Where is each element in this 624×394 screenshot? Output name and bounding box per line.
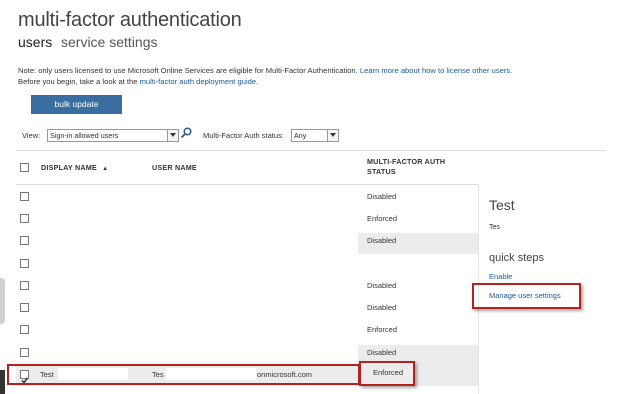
column-header-display-name[interactable]: DISPLAY NAME ▲ xyxy=(41,163,108,172)
bulk-update-button[interactable]: bulk update xyxy=(31,95,122,114)
note-text-2: Before you begin, take a look at the xyxy=(18,76,138,86)
tab-users[interactable]: users xyxy=(18,34,52,50)
license-users-link[interactable]: Learn more about how to license other us… xyxy=(360,66,512,75)
cell-mfa-status: Disabled xyxy=(367,281,397,290)
row-checkbox[interactable] xyxy=(20,214,29,223)
row-checkbox[interactable] xyxy=(20,236,29,245)
table-top-divider xyxy=(16,150,606,151)
column-header-user-name[interactable]: USER NAME xyxy=(152,163,197,172)
status-highlight xyxy=(359,361,415,386)
cell-mfa-status: Enforced xyxy=(367,325,398,334)
row-checkbox[interactable] xyxy=(20,303,29,312)
view-select[interactable]: Sign-in allowed users xyxy=(47,129,179,142)
row-checkbox[interactable] xyxy=(20,192,29,201)
chevron-down-icon[interactable] xyxy=(327,130,338,141)
manage-user-settings-link[interactable]: Manage user settings xyxy=(489,291,561,300)
cell-mfa-status: Disabled xyxy=(367,192,397,201)
row-checkbox[interactable] xyxy=(20,281,29,290)
mfa-status-label: Multi-Factor Auth status: xyxy=(203,131,284,140)
scroll-handle[interactable] xyxy=(0,278,5,324)
cell-mfa-status: Disabled xyxy=(367,348,397,357)
row-checkbox[interactable] xyxy=(20,348,29,357)
selected-row-highlight xyxy=(7,364,360,385)
cell-mfa-status: Enforced xyxy=(367,214,398,223)
chevron-down-icon[interactable] xyxy=(167,130,178,141)
quick-steps-heading: quick steps xyxy=(489,252,545,264)
cell-mfa-status: Disabled xyxy=(367,303,397,312)
view-label: View: xyxy=(22,131,41,140)
window-edge xyxy=(0,370,5,394)
details-panel-title: Test xyxy=(489,197,515,213)
row-checkbox[interactable] xyxy=(20,259,29,268)
row-checkbox[interactable] xyxy=(20,325,29,334)
mfa-status-select[interactable]: Any xyxy=(291,129,339,142)
deployment-guide-link[interactable]: multi-factor auth deployment guide. xyxy=(140,77,259,86)
licensing-note: Note: only users licensed to use Microso… xyxy=(18,66,578,87)
mfa-status-value: Any xyxy=(294,131,307,140)
sort-ascending-icon: ▲ xyxy=(102,166,109,172)
note-text-1: Note: only users licensed to use Microso… xyxy=(18,66,358,75)
enable-link[interactable]: Enable xyxy=(489,272,512,281)
page-title: multi-factor authentication xyxy=(18,9,242,31)
select-all-checkbox[interactable] xyxy=(20,163,29,172)
search-icon[interactable] xyxy=(180,127,192,139)
view-select-value: Sign-in allowed users xyxy=(50,131,119,140)
details-panel-user: Tes xyxy=(489,224,500,231)
column-header-mfa-status[interactable]: MULTI-FACTOR AUTH STATUS xyxy=(367,157,445,177)
cell-mfa-status: Disabled xyxy=(367,236,397,245)
tab-service-settings[interactable]: service settings xyxy=(61,34,157,50)
